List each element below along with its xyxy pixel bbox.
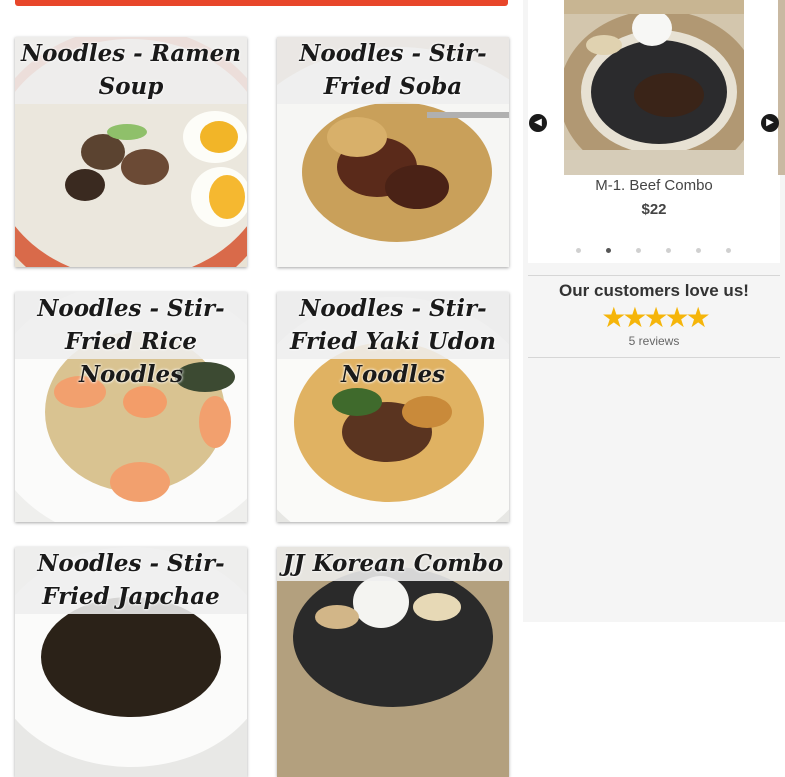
carousel-item-name[interactable]: M-1. Beef Combo [564, 177, 744, 194]
menu-card-title: Noodles - Stir-Fried Japchae [37, 550, 225, 610]
reviews-widget[interactable]: Our customers love us! ★★★★★ 5 reviews [528, 275, 780, 358]
star-rating: ★★★★★ [528, 303, 780, 333]
jj-korean-combo-photo [277, 547, 509, 777]
order-button-bar[interactable] [15, 0, 508, 6]
menu-card-stir-fried-japchae[interactable]: Noodles - Stir-Fried Japchae [15, 547, 247, 777]
menu-card-stir-fried-rice-noodles[interactable]: Noodles - Stir-Fried Rice Noodles [15, 292, 247, 522]
menu-card-title: Noodles - Stir-Fried Soba [299, 40, 487, 100]
carousel-dot[interactable] [666, 248, 671, 253]
reviews-title: Our customers love us! [559, 281, 749, 300]
star-icon: ★ [664, 302, 690, 333]
chevron-right-icon[interactable]: ▶ [761, 114, 779, 132]
carousel-dot[interactable] [696, 248, 701, 253]
next-slide-peek [778, 0, 785, 175]
carousel-dot-active[interactable] [606, 248, 611, 253]
beef-combo-photo[interactable] [564, 0, 744, 175]
menu-card-title: Noodles - Ramen Soup [21, 40, 241, 100]
star-icon: ★ [643, 302, 668, 333]
menu-card-stir-fried-yaki-udon[interactable]: Noodles - Stir-Fried Yaki Udon Noodles [277, 292, 509, 522]
carousel-dot[interactable] [576, 248, 581, 253]
star-icon: ★ [685, 302, 711, 333]
carousel-dot[interactable] [726, 248, 731, 253]
menu-card-title: Noodles - Stir-Fried Yaki Udon Noodles [290, 295, 496, 388]
menu-card-stir-fried-soba[interactable]: Noodles - Stir-Fried Soba [277, 37, 509, 267]
menu-card-ramen-soup[interactable]: Noodles - Ramen Soup [15, 37, 247, 267]
menu-card-title: JJ Korean Combo [282, 550, 504, 577]
reviews-count[interactable]: 5 reviews [528, 334, 780, 348]
chevron-left-icon[interactable]: ◀ [529, 114, 547, 132]
menu-card-jj-korean-combo[interactable]: JJ Korean Combo [277, 547, 509, 777]
carousel-dot[interactable] [636, 248, 641, 253]
carousel-item-price: $22 [641, 201, 667, 218]
star-icon: ★ [622, 302, 647, 333]
menu-card-title: Noodles - Stir-Fried Rice Noodles [37, 295, 225, 388]
star-icon: ★ [601, 302, 626, 333]
